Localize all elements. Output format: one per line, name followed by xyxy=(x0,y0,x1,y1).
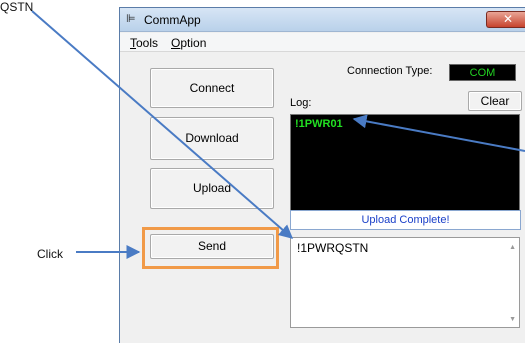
scroll-down-arrow-icon[interactable]: ▼ xyxy=(509,316,516,323)
status-message: Upload Complete! xyxy=(290,210,521,230)
connection-type-label: Connection Type: xyxy=(347,65,433,77)
send-button[interactable]: Send xyxy=(150,234,274,259)
close-button[interactable]: ✕ xyxy=(486,11,525,28)
scroll-up-arrow-icon[interactable]: ▲ xyxy=(509,244,516,251)
send-text-area[interactable]: !1PWRQSTN ▲ ▼ xyxy=(290,237,520,328)
menu-bar: Tools Option xyxy=(120,33,525,52)
window-title: CommApp xyxy=(144,13,201,27)
close-icon: ✕ xyxy=(502,12,514,26)
upload-button[interactable]: Upload xyxy=(150,168,274,209)
title-bar[interactable]: ⊫ CommApp ✕ xyxy=(120,8,525,32)
clear-log-button[interactable]: Clear xyxy=(468,91,522,111)
annotation-qstn-label: QSTN xyxy=(0,0,34,14)
commapp-window: ⊫ CommApp ✕ Tools Option Connect Downloa… xyxy=(119,7,525,343)
log-label: Log: xyxy=(290,97,312,109)
log-output: !1PWR01 xyxy=(290,114,520,211)
app-icon: ⊫ xyxy=(126,13,136,25)
connection-type-value: COM xyxy=(449,64,516,81)
annotation-click-label: Click xyxy=(37,247,63,261)
download-button[interactable]: Download xyxy=(150,117,274,160)
menu-tools[interactable]: Tools xyxy=(130,36,158,50)
log-line: !1PWR01 xyxy=(295,118,343,130)
connect-button[interactable]: Connect xyxy=(150,68,274,108)
send-text-value: !1PWRQSTN xyxy=(297,241,369,255)
menu-option[interactable]: Option xyxy=(171,36,206,50)
